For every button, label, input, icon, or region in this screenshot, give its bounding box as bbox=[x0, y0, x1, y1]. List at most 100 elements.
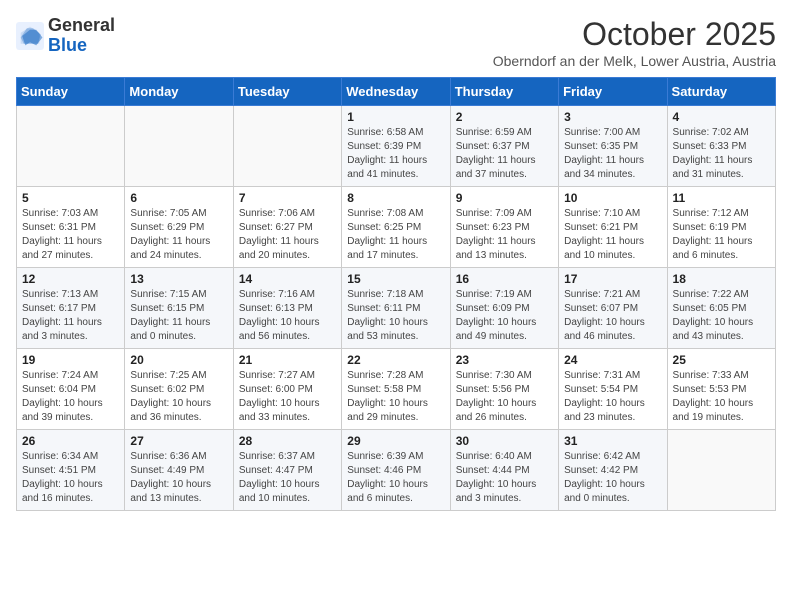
calendar-cell: 13Sunrise: 7:15 AM Sunset: 6:15 PM Dayli… bbox=[125, 268, 233, 349]
day-number: 31 bbox=[564, 434, 661, 448]
day-number: 25 bbox=[673, 353, 770, 367]
calendar-body: 1 Sunrise: 6:58 AM Sunset: 6:39 PM Daylig… bbox=[17, 106, 776, 511]
calendar-cell: 16Sunrise: 7:19 AM Sunset: 6:09 PM Dayli… bbox=[450, 268, 558, 349]
calendar-cell bbox=[233, 106, 341, 187]
day-info: Sunrise: 7:09 AM Sunset: 6:23 PM Dayligh… bbox=[456, 207, 553, 263]
logo-text: General Blue bbox=[48, 16, 115, 56]
day-number: 9 bbox=[456, 191, 553, 205]
calendar-cell: 14 Sunrise: 7:16 AM Sunset: 6:13 PM Dayli… bbox=[233, 268, 341, 349]
day-number: 21 bbox=[239, 353, 336, 367]
day-info: Sunrise: 7:02 AM Sunset: 6:33 PM Dayligh… bbox=[673, 126, 770, 182]
day-info: Sunrise: 6:58 AM Sunset: 6:39 PM Dayligh… bbox=[347, 126, 444, 182]
day-number: 13 bbox=[130, 272, 227, 286]
calendar-cell: 6 Sunrise: 7:05 AM Sunset: 6:29 PM Daylig… bbox=[125, 187, 233, 268]
day-info: Sunrise: 6:42 AM Sunset: 4:42 PM Dayligh… bbox=[564, 450, 661, 506]
logo: General Blue bbox=[16, 16, 115, 56]
day-number: 4 bbox=[673, 110, 770, 124]
calendar-cell: 15Sunrise: 7:18 AM Sunset: 6:11 PM Dayli… bbox=[342, 268, 450, 349]
day-number: 27 bbox=[130, 434, 227, 448]
calendar-cell: 4 Sunrise: 7:02 AM Sunset: 6:33 PM Daylig… bbox=[667, 106, 775, 187]
day-info: Sunrise: 6:34 AM Sunset: 4:51 PM Dayligh… bbox=[22, 450, 119, 506]
calendar: SundayMondayTuesdayWednesdayThursdayFrid… bbox=[16, 77, 776, 511]
day-number: 19 bbox=[22, 353, 119, 367]
day-info: Sunrise: 7:16 AM Sunset: 6:13 PM Dayligh… bbox=[239, 288, 336, 344]
weekday-header-row: SundayMondayTuesdayWednesdayThursdayFrid… bbox=[17, 78, 776, 106]
day-number: 28 bbox=[239, 434, 336, 448]
weekday-header-sunday: Sunday bbox=[17, 78, 125, 106]
calendar-cell: 20 Sunrise: 7:25 AM Sunset: 6:02 PM Dayli… bbox=[125, 349, 233, 430]
day-number: 6 bbox=[130, 191, 227, 205]
day-number: 8 bbox=[347, 191, 444, 205]
calendar-week-3: 12 Sunrise: 7:13 AM Sunset: 6:17 PM Dayli… bbox=[17, 268, 776, 349]
day-info: Sunrise: 7:08 AM Sunset: 6:25 PM Dayligh… bbox=[347, 207, 444, 263]
day-number: 30 bbox=[456, 434, 553, 448]
page-header: General Blue October 2025 Oberndorf an d… bbox=[16, 16, 776, 69]
calendar-cell: 9 Sunrise: 7:09 AM Sunset: 6:23 PM Daylig… bbox=[450, 187, 558, 268]
day-number: 10 bbox=[564, 191, 661, 205]
calendar-week-2: 5 Sunrise: 7:03 AM Sunset: 6:31 PM Daylig… bbox=[17, 187, 776, 268]
day-info: Sunrise: 6:37 AM Sunset: 4:47 PM Dayligh… bbox=[239, 450, 336, 506]
weekday-header-monday: Monday bbox=[125, 78, 233, 106]
day-number: 20 bbox=[130, 353, 227, 367]
day-number: 2 bbox=[456, 110, 553, 124]
day-number: 12 bbox=[22, 272, 119, 286]
day-info: Sunrise: 7:33 AM Sunset: 5:53 PM Dayligh… bbox=[673, 369, 770, 425]
month-title: October 2025 bbox=[493, 16, 776, 53]
weekday-header-wednesday: Wednesday bbox=[342, 78, 450, 106]
day-info: Sunrise: 7:25 AM Sunset: 6:02 PM Dayligh… bbox=[130, 369, 227, 425]
calendar-week-4: 19 Sunrise: 7:24 AM Sunset: 6:04 PM Dayli… bbox=[17, 349, 776, 430]
calendar-cell: 26 Sunrise: 6:34 AM Sunset: 4:51 PM Dayli… bbox=[17, 430, 125, 511]
day-info: Sunrise: 7:13 AM Sunset: 6:17 PM Dayligh… bbox=[22, 288, 119, 344]
calendar-cell: 10 Sunrise: 7:10 AM Sunset: 6:21 PM Dayli… bbox=[559, 187, 667, 268]
day-info: Sunrise: 7:00 AM Sunset: 6:35 PM Dayligh… bbox=[564, 126, 661, 182]
calendar-cell: 3 Sunrise: 7:00 AM Sunset: 6:35 PM Daylig… bbox=[559, 106, 667, 187]
weekday-header-tuesday: Tuesday bbox=[233, 78, 341, 106]
day-number: 17 bbox=[564, 272, 661, 286]
calendar-cell: 27Sunrise: 6:36 AM Sunset: 4:49 PM Dayli… bbox=[125, 430, 233, 511]
calendar-header: SundayMondayTuesdayWednesdayThursdayFrid… bbox=[17, 78, 776, 106]
location: Oberndorf an der Melk, Lower Austria, Au… bbox=[493, 53, 776, 69]
day-number: 29 bbox=[347, 434, 444, 448]
day-info: Sunrise: 6:59 AM Sunset: 6:37 PM Dayligh… bbox=[456, 126, 553, 182]
day-info: Sunrise: 7:19 AM Sunset: 6:09 PM Dayligh… bbox=[456, 288, 553, 344]
calendar-cell bbox=[125, 106, 233, 187]
day-info: Sunrise: 7:18 AM Sunset: 6:11 PM Dayligh… bbox=[347, 288, 444, 344]
day-info: Sunrise: 7:21 AM Sunset: 6:07 PM Dayligh… bbox=[564, 288, 661, 344]
day-number: 11 bbox=[673, 191, 770, 205]
day-info: Sunrise: 7:22 AM Sunset: 6:05 PM Dayligh… bbox=[673, 288, 770, 344]
day-number: 14 bbox=[239, 272, 336, 286]
day-info: Sunrise: 7:12 AM Sunset: 6:19 PM Dayligh… bbox=[673, 207, 770, 263]
day-info: Sunrise: 6:40 AM Sunset: 4:44 PM Dayligh… bbox=[456, 450, 553, 506]
day-number: 1 bbox=[347, 110, 444, 124]
calendar-cell: 25 Sunrise: 7:33 AM Sunset: 5:53 PM Dayli… bbox=[667, 349, 775, 430]
title-section: October 2025 Oberndorf an der Melk, Lowe… bbox=[493, 16, 776, 69]
calendar-cell: 18 Sunrise: 7:22 AM Sunset: 6:05 PM Dayli… bbox=[667, 268, 775, 349]
day-info: Sunrise: 7:10 AM Sunset: 6:21 PM Dayligh… bbox=[564, 207, 661, 263]
calendar-week-5: 26 Sunrise: 6:34 AM Sunset: 4:51 PM Dayli… bbox=[17, 430, 776, 511]
calendar-cell: 8 Sunrise: 7:08 AM Sunset: 6:25 PM Daylig… bbox=[342, 187, 450, 268]
calendar-cell: 19 Sunrise: 7:24 AM Sunset: 6:04 PM Dayli… bbox=[17, 349, 125, 430]
day-info: Sunrise: 7:24 AM Sunset: 6:04 PM Dayligh… bbox=[22, 369, 119, 425]
day-number: 18 bbox=[673, 272, 770, 286]
calendar-cell: 5 Sunrise: 7:03 AM Sunset: 6:31 PM Daylig… bbox=[17, 187, 125, 268]
day-number: 23 bbox=[456, 353, 553, 367]
calendar-cell: 17 Sunrise: 7:21 AM Sunset: 6:07 PM Dayli… bbox=[559, 268, 667, 349]
day-number: 22 bbox=[347, 353, 444, 367]
calendar-cell: 1 Sunrise: 6:58 AM Sunset: 6:39 PM Daylig… bbox=[342, 106, 450, 187]
day-info: Sunrise: 7:05 AM Sunset: 6:29 PM Dayligh… bbox=[130, 207, 227, 263]
day-info: Sunrise: 7:06 AM Sunset: 6:27 PM Dayligh… bbox=[239, 207, 336, 263]
day-info: Sunrise: 7:30 AM Sunset: 5:56 PM Dayligh… bbox=[456, 369, 553, 425]
day-number: 26 bbox=[22, 434, 119, 448]
day-info: Sunrise: 6:39 AM Sunset: 4:46 PM Dayligh… bbox=[347, 450, 444, 506]
calendar-cell: 31 Sunrise: 6:42 AM Sunset: 4:42 PM Dayli… bbox=[559, 430, 667, 511]
day-number: 24 bbox=[564, 353, 661, 367]
day-number: 7 bbox=[239, 191, 336, 205]
day-number: 5 bbox=[22, 191, 119, 205]
calendar-cell: 29 Sunrise: 6:39 AM Sunset: 4:46 PM Dayli… bbox=[342, 430, 450, 511]
day-info: Sunrise: 7:31 AM Sunset: 5:54 PM Dayligh… bbox=[564, 369, 661, 425]
calendar-week-1: 1 Sunrise: 6:58 AM Sunset: 6:39 PM Daylig… bbox=[17, 106, 776, 187]
day-number: 3 bbox=[564, 110, 661, 124]
calendar-cell: 21Sunrise: 7:27 AM Sunset: 6:00 PM Dayli… bbox=[233, 349, 341, 430]
day-info: Sunrise: 7:03 AM Sunset: 6:31 PM Dayligh… bbox=[22, 207, 119, 263]
calendar-cell bbox=[667, 430, 775, 511]
